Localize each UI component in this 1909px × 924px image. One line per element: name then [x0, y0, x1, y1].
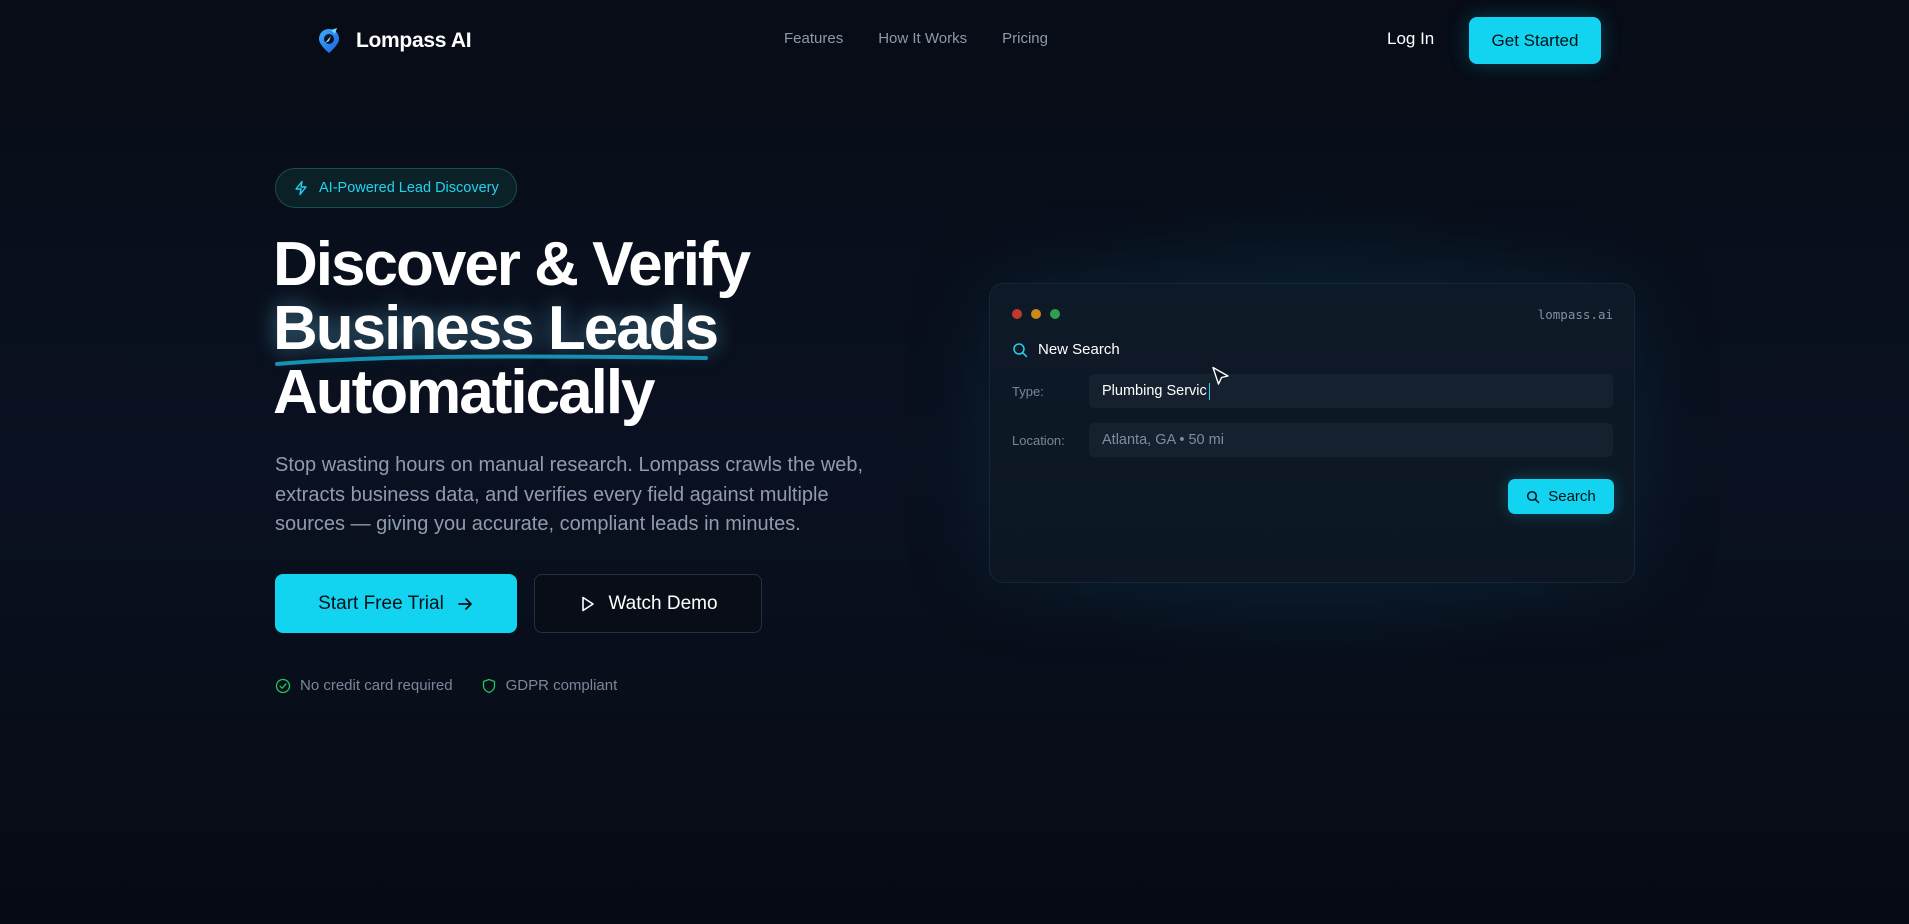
- type-input-value: Plumbing Servic: [1102, 383, 1207, 399]
- hero-subtext: Stop wasting hours on manual research. L…: [275, 454, 864, 535]
- window-dot-red: [1012, 309, 1022, 319]
- type-input[interactable]: Plumbing Servic: [1089, 374, 1613, 408]
- play-icon: [582, 596, 595, 611]
- lightning-icon: [295, 180, 307, 196]
- search-preview-window: lompass.ai New Search Type: Plumbing Ser…: [989, 283, 1635, 583]
- compass-pin-icon: [319, 28, 339, 53]
- search-button[interactable]: Search: [1508, 479, 1614, 514]
- start-free-trial-button[interactable]: Start Free Trial: [275, 574, 517, 633]
- badge-text: AI-Powered Lead Discovery: [319, 180, 499, 196]
- trust-indicators: No credit card required GDPR compliant: [275, 677, 617, 694]
- trust-no-card-text: No credit card required: [300, 677, 453, 694]
- new-search-header: New Search: [1012, 341, 1120, 358]
- start-free-trial-label: Start Free Trial: [318, 592, 444, 614]
- location-label: Location:: [1012, 433, 1065, 448]
- nav-link-features[interactable]: Features: [784, 30, 843, 47]
- hero-badge: AI-Powered Lead Discovery: [275, 168, 517, 208]
- text-caret: [1208, 382, 1210, 400]
- brand-name: Lompass AI: [356, 29, 472, 52]
- arrow-right-icon: [457, 597, 472, 610]
- new-search-title: New Search: [1038, 341, 1120, 358]
- trust-item-gdpr: GDPR compliant: [481, 677, 618, 694]
- type-label: Type:: [1012, 384, 1044, 399]
- nav-links: Features How It Works Pricing: [784, 30, 1048, 47]
- nav-link-pricing[interactable]: Pricing: [1002, 30, 1048, 47]
- location-input[interactable]: Atlanta, GA • 50 mi: [1089, 423, 1613, 457]
- get-started-button[interactable]: Get Started: [1469, 17, 1601, 64]
- shield-icon: [482, 678, 495, 693]
- search-icon: [1013, 342, 1028, 357]
- headline-line-3: Automatically: [273, 358, 656, 427]
- brand[interactable]: Lompass AI: [316, 24, 472, 58]
- window-dot-yellow: [1031, 309, 1041, 319]
- search-button-label: Search: [1548, 488, 1596, 505]
- trust-item-no-card: No credit card required: [275, 677, 453, 694]
- landing-page: Lompass AI Features How It Works Pricing…: [0, 0, 1909, 924]
- mouse-pointer-icon: [1212, 366, 1229, 385]
- headline-line-1: Discover & Verify: [273, 230, 751, 299]
- nav-link-how-it-works[interactable]: How It Works: [878, 30, 967, 47]
- headline-underline: [275, 354, 708, 366]
- window-controls: [1012, 309, 1060, 319]
- hero-headline: Discover & Verify Business Leads Automat…: [273, 230, 751, 427]
- watch-demo-label: Watch Demo: [608, 592, 718, 614]
- window-domain: lompass.ai: [1537, 307, 1613, 322]
- watch-demo-button[interactable]: Watch Demo: [534, 574, 762, 633]
- search-icon: [1527, 490, 1540, 503]
- check-circle-icon: [275, 678, 291, 693]
- window-dot-green: [1050, 309, 1060, 319]
- login-link[interactable]: Log In: [1387, 29, 1434, 49]
- location-input-value: Atlanta, GA • 50 mi: [1102, 432, 1224, 448]
- top-nav: Lompass AI Features How It Works Pricing…: [0, 0, 1909, 80]
- trust-gdpr-text: GDPR compliant: [505, 677, 618, 694]
